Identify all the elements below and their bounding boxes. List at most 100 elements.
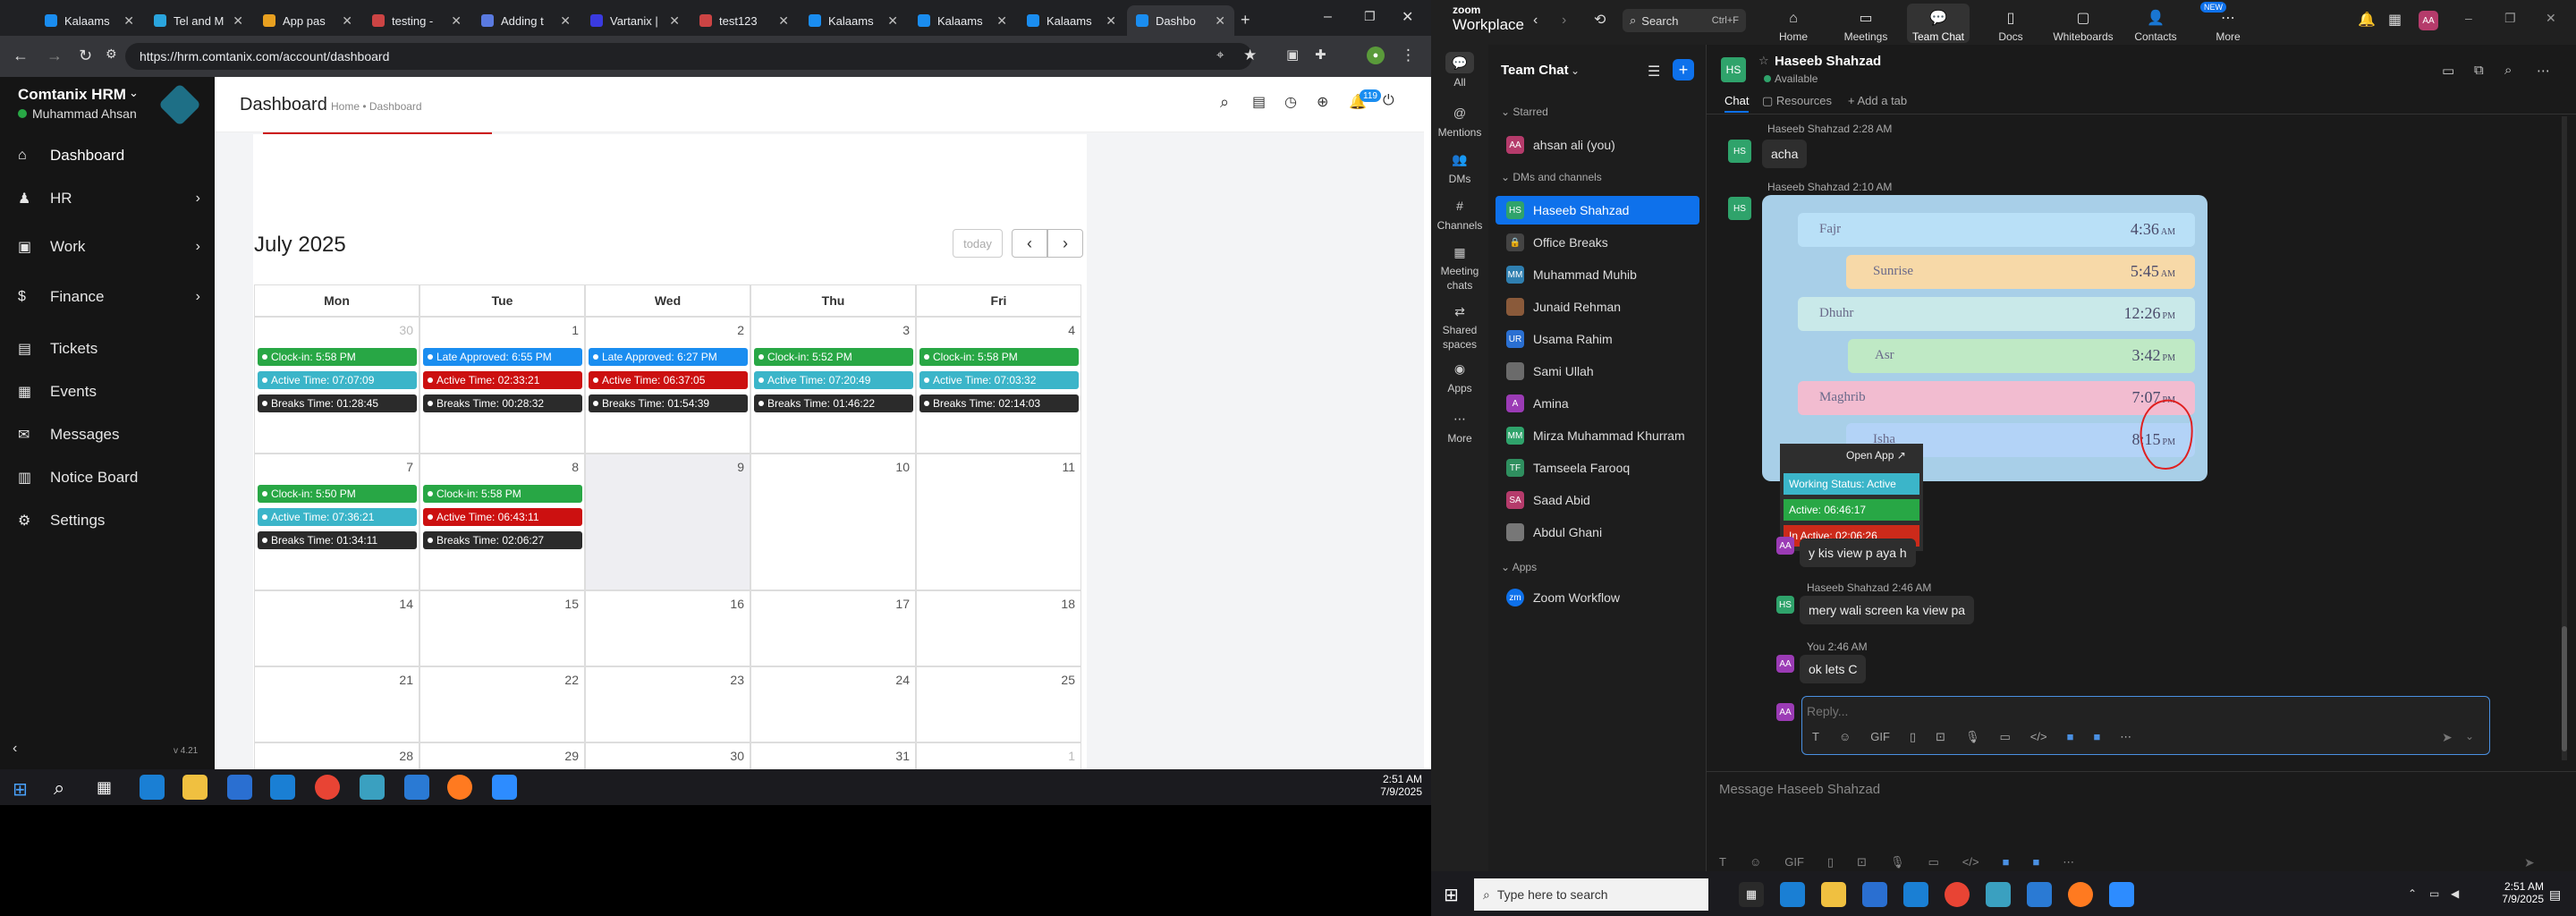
filter-icon[interactable]: ☰ xyxy=(1648,63,1660,81)
search-icon[interactable]: ⌕ xyxy=(1220,93,1229,112)
gif-button[interactable]: GIF xyxy=(1870,730,1890,744)
mail-icon[interactable] xyxy=(270,775,295,800)
contact-item[interactable]: Abdul Ghani xyxy=(1496,518,1699,547)
apps-section[interactable]: ⌄ Apps xyxy=(1501,561,1537,573)
calendar-day-cell[interactable]: 17 xyxy=(750,590,916,666)
right-explorer-icon[interactable] xyxy=(1821,882,1846,907)
tab-close-icon[interactable]: ✕ xyxy=(887,13,898,29)
topnav-docs[interactable]: ▯ Docs xyxy=(1979,4,2042,43)
tab-close-icon[interactable]: ✕ xyxy=(1215,13,1225,29)
browser-tab[interactable]: test123 ✕ xyxy=(691,5,798,36)
compose-code-icon[interactable]: </> xyxy=(1962,855,1979,869)
topnav-home[interactable]: ⌂ Home xyxy=(1762,4,1825,43)
msg4-bubble[interactable]: mery wali screen ka view pa xyxy=(1800,596,1975,624)
calendar-day-cell[interactable]: 8 Clock-in: 5:58 PM Active Time: 06:43:11 B… xyxy=(419,454,585,590)
minimize-icon[interactable]: – xyxy=(1324,9,1332,25)
calendar-event[interactable]: Breaks Time: 01:34:11 xyxy=(258,531,417,549)
tab-close-icon[interactable]: ✕ xyxy=(233,13,243,29)
tab-close-icon[interactable]: ✕ xyxy=(669,13,680,29)
calendar-event[interactable]: Breaks Time: 00:28:32 xyxy=(423,394,582,412)
new-chat-button[interactable]: + xyxy=(1673,59,1694,81)
contact-item[interactable]: TF Tamseela Farooq xyxy=(1496,454,1699,482)
calendar-day-cell[interactable]: 10 xyxy=(750,454,916,590)
compose-screenshot-icon[interactable]: ⊡ xyxy=(1857,855,1867,869)
bookmark-star-icon[interactable]: ★ xyxy=(1243,47,1257,64)
msg3-bubble[interactable]: y kis view p aya h xyxy=(1800,539,1916,567)
vscode-icon[interactable] xyxy=(404,775,429,800)
chat-search-icon[interactable]: ⌕ xyxy=(2504,63,2512,78)
tab-close-icon[interactable]: ✕ xyxy=(560,13,571,29)
chat-tab-add-a-tab[interactable]: + Add a tab xyxy=(1848,94,1907,107)
file-explorer-icon[interactable] xyxy=(182,775,208,800)
compose-more-icon[interactable]: ⋯ xyxy=(2063,855,2074,869)
forward-icon[interactable]: → xyxy=(47,47,63,65)
tab-close-icon[interactable]: ✕ xyxy=(1106,13,1116,29)
sidebar-item-settings[interactable]: ⚙ Settings xyxy=(0,503,215,539)
browser-tab[interactable]: Dashbo ✕ xyxy=(1127,5,1234,36)
windows-start-icon[interactable]: ⊞ xyxy=(13,778,28,801)
sidebar-item-tickets[interactable]: ▤ Tickets xyxy=(0,331,215,367)
calendar-day-cell[interactable]: 3 Clock-in: 5:52 PM Active Time: 07:20:49 B… xyxy=(750,317,916,454)
right-app-icon[interactable] xyxy=(1986,882,2011,907)
calendar-event[interactable]: Late Approved: 6:55 PM xyxy=(423,348,582,366)
topnav-whiteboards[interactable]: ▢ Whiteboards xyxy=(2052,4,2114,43)
power-icon[interactable]: ⏻ xyxy=(1383,93,1394,109)
team-chat-chevron-icon[interactable]: ⌄ xyxy=(1571,64,1580,77)
right-firefox-icon[interactable] xyxy=(2068,882,2093,907)
app-b-icon[interactable]: ■ xyxy=(2093,730,2100,744)
contact-item[interactable]: A Amina xyxy=(1496,389,1699,418)
calendar-day-cell[interactable]: 22 xyxy=(419,666,585,742)
close-window-icon[interactable]: ✕ xyxy=(1402,8,1413,26)
contact-item[interactable]: HS Haseeb Shahzad xyxy=(1496,196,1699,225)
zoom-max-icon[interactable]: ❐ xyxy=(2504,11,2516,26)
sidebar-item-events[interactable]: ▦ Events xyxy=(0,374,215,410)
send-icon[interactable]: ➤ xyxy=(2442,730,2453,745)
open-app-link[interactable]: Open App ↗ xyxy=(1846,449,1906,462)
compose-video-icon[interactable]: ▭ xyxy=(1928,855,1938,869)
browser-tab[interactable]: Adding t ✕ xyxy=(472,5,580,36)
compose-app-b-icon[interactable]: ■ xyxy=(2032,855,2039,869)
taskbar-search-icon[interactable]: ⌕ xyxy=(54,776,64,800)
calendar-event[interactable]: Late Approved: 6:27 PM xyxy=(589,348,748,366)
topnav-team-chat[interactable]: 💬 Team Chat xyxy=(1907,4,1970,43)
brand-chevron-icon[interactable]: ⌄ xyxy=(129,86,139,100)
maximize-icon[interactable]: ❐ xyxy=(1364,9,1376,24)
sidebar-item-dashboard[interactable]: ⌂ Dashboard xyxy=(0,138,215,174)
calendar-day-cell[interactable]: 15 xyxy=(419,590,585,666)
tab-close-icon[interactable]: ✕ xyxy=(342,13,352,29)
compose-placeholder[interactable]: Message Haseeb Shahzad xyxy=(1719,782,1880,797)
calendar-day-cell[interactable]: 25 xyxy=(916,666,1081,742)
contact-me[interactable]: AA ahsan ali (you) xyxy=(1496,131,1699,159)
sidebar-item-messages[interactable]: ✉ Messages xyxy=(0,417,215,453)
right-vscode-icon[interactable] xyxy=(2027,882,2052,907)
sidebar-item-notice-board[interactable]: ▥ Notice Board xyxy=(0,460,215,496)
contact-item[interactable]: Sami Ullah xyxy=(1496,357,1699,386)
favorite-star-icon[interactable]: ☆ xyxy=(1758,54,1769,68)
calendar-day-cell[interactable]: 24 xyxy=(750,666,916,742)
calendar-day-cell[interactable]: 4 Clock-in: 5:58 PM Active Time: 07:03:32 B… xyxy=(916,317,1081,454)
browser-tab[interactable]: App pas ✕ xyxy=(254,5,361,36)
calendar-day-cell[interactable]: 7 Clock-in: 5:50 PM Active Time: 07:36:21 B… xyxy=(254,454,419,590)
screen-share-icon[interactable]: ⧉ xyxy=(2474,63,2484,78)
mic-icon[interactable]: 🎙 xyxy=(1965,730,1980,744)
prev-month-button[interactable]: ‹ xyxy=(1012,229,1047,258)
calendar-event[interactable]: Active Time: 07:03:32 xyxy=(919,371,1079,389)
rail-apps[interactable]: ◉ Apps xyxy=(1431,358,1488,395)
calendar-event[interactable]: Active Time: 07:36:21 xyxy=(258,508,417,526)
calendar-event[interactable]: Active Time: 06:37:05 xyxy=(589,371,748,389)
video-call-icon[interactable]: ▭ xyxy=(2442,63,2454,79)
browser-tab[interactable]: Kalaams ✕ xyxy=(1018,5,1125,36)
msg5-bubble[interactable]: ok lets C xyxy=(1800,655,1867,683)
calendar-event[interactable]: Active Time: 02:33:21 xyxy=(423,371,582,389)
contact-item[interactable]: Junaid Rehman xyxy=(1496,293,1699,321)
right-chrome-icon[interactable] xyxy=(1945,882,1970,907)
chat-more-icon[interactable]: ⋯ xyxy=(2537,63,2550,79)
calendar-day-cell[interactable]: 16 xyxy=(585,590,750,666)
zoom-close-icon[interactable]: ✕ xyxy=(2546,11,2556,26)
next-month-button[interactable]: › xyxy=(1047,229,1083,258)
compose-gif-button[interactable]: GIF xyxy=(1784,855,1804,869)
sidebar-item-work[interactable]: ▣ Work › xyxy=(0,229,215,265)
calendar-event[interactable]: Breaks Time: 01:46:22 xyxy=(754,394,913,412)
tab-close-icon[interactable]: ✕ xyxy=(996,13,1007,29)
back-icon[interactable]: ← xyxy=(13,47,29,65)
